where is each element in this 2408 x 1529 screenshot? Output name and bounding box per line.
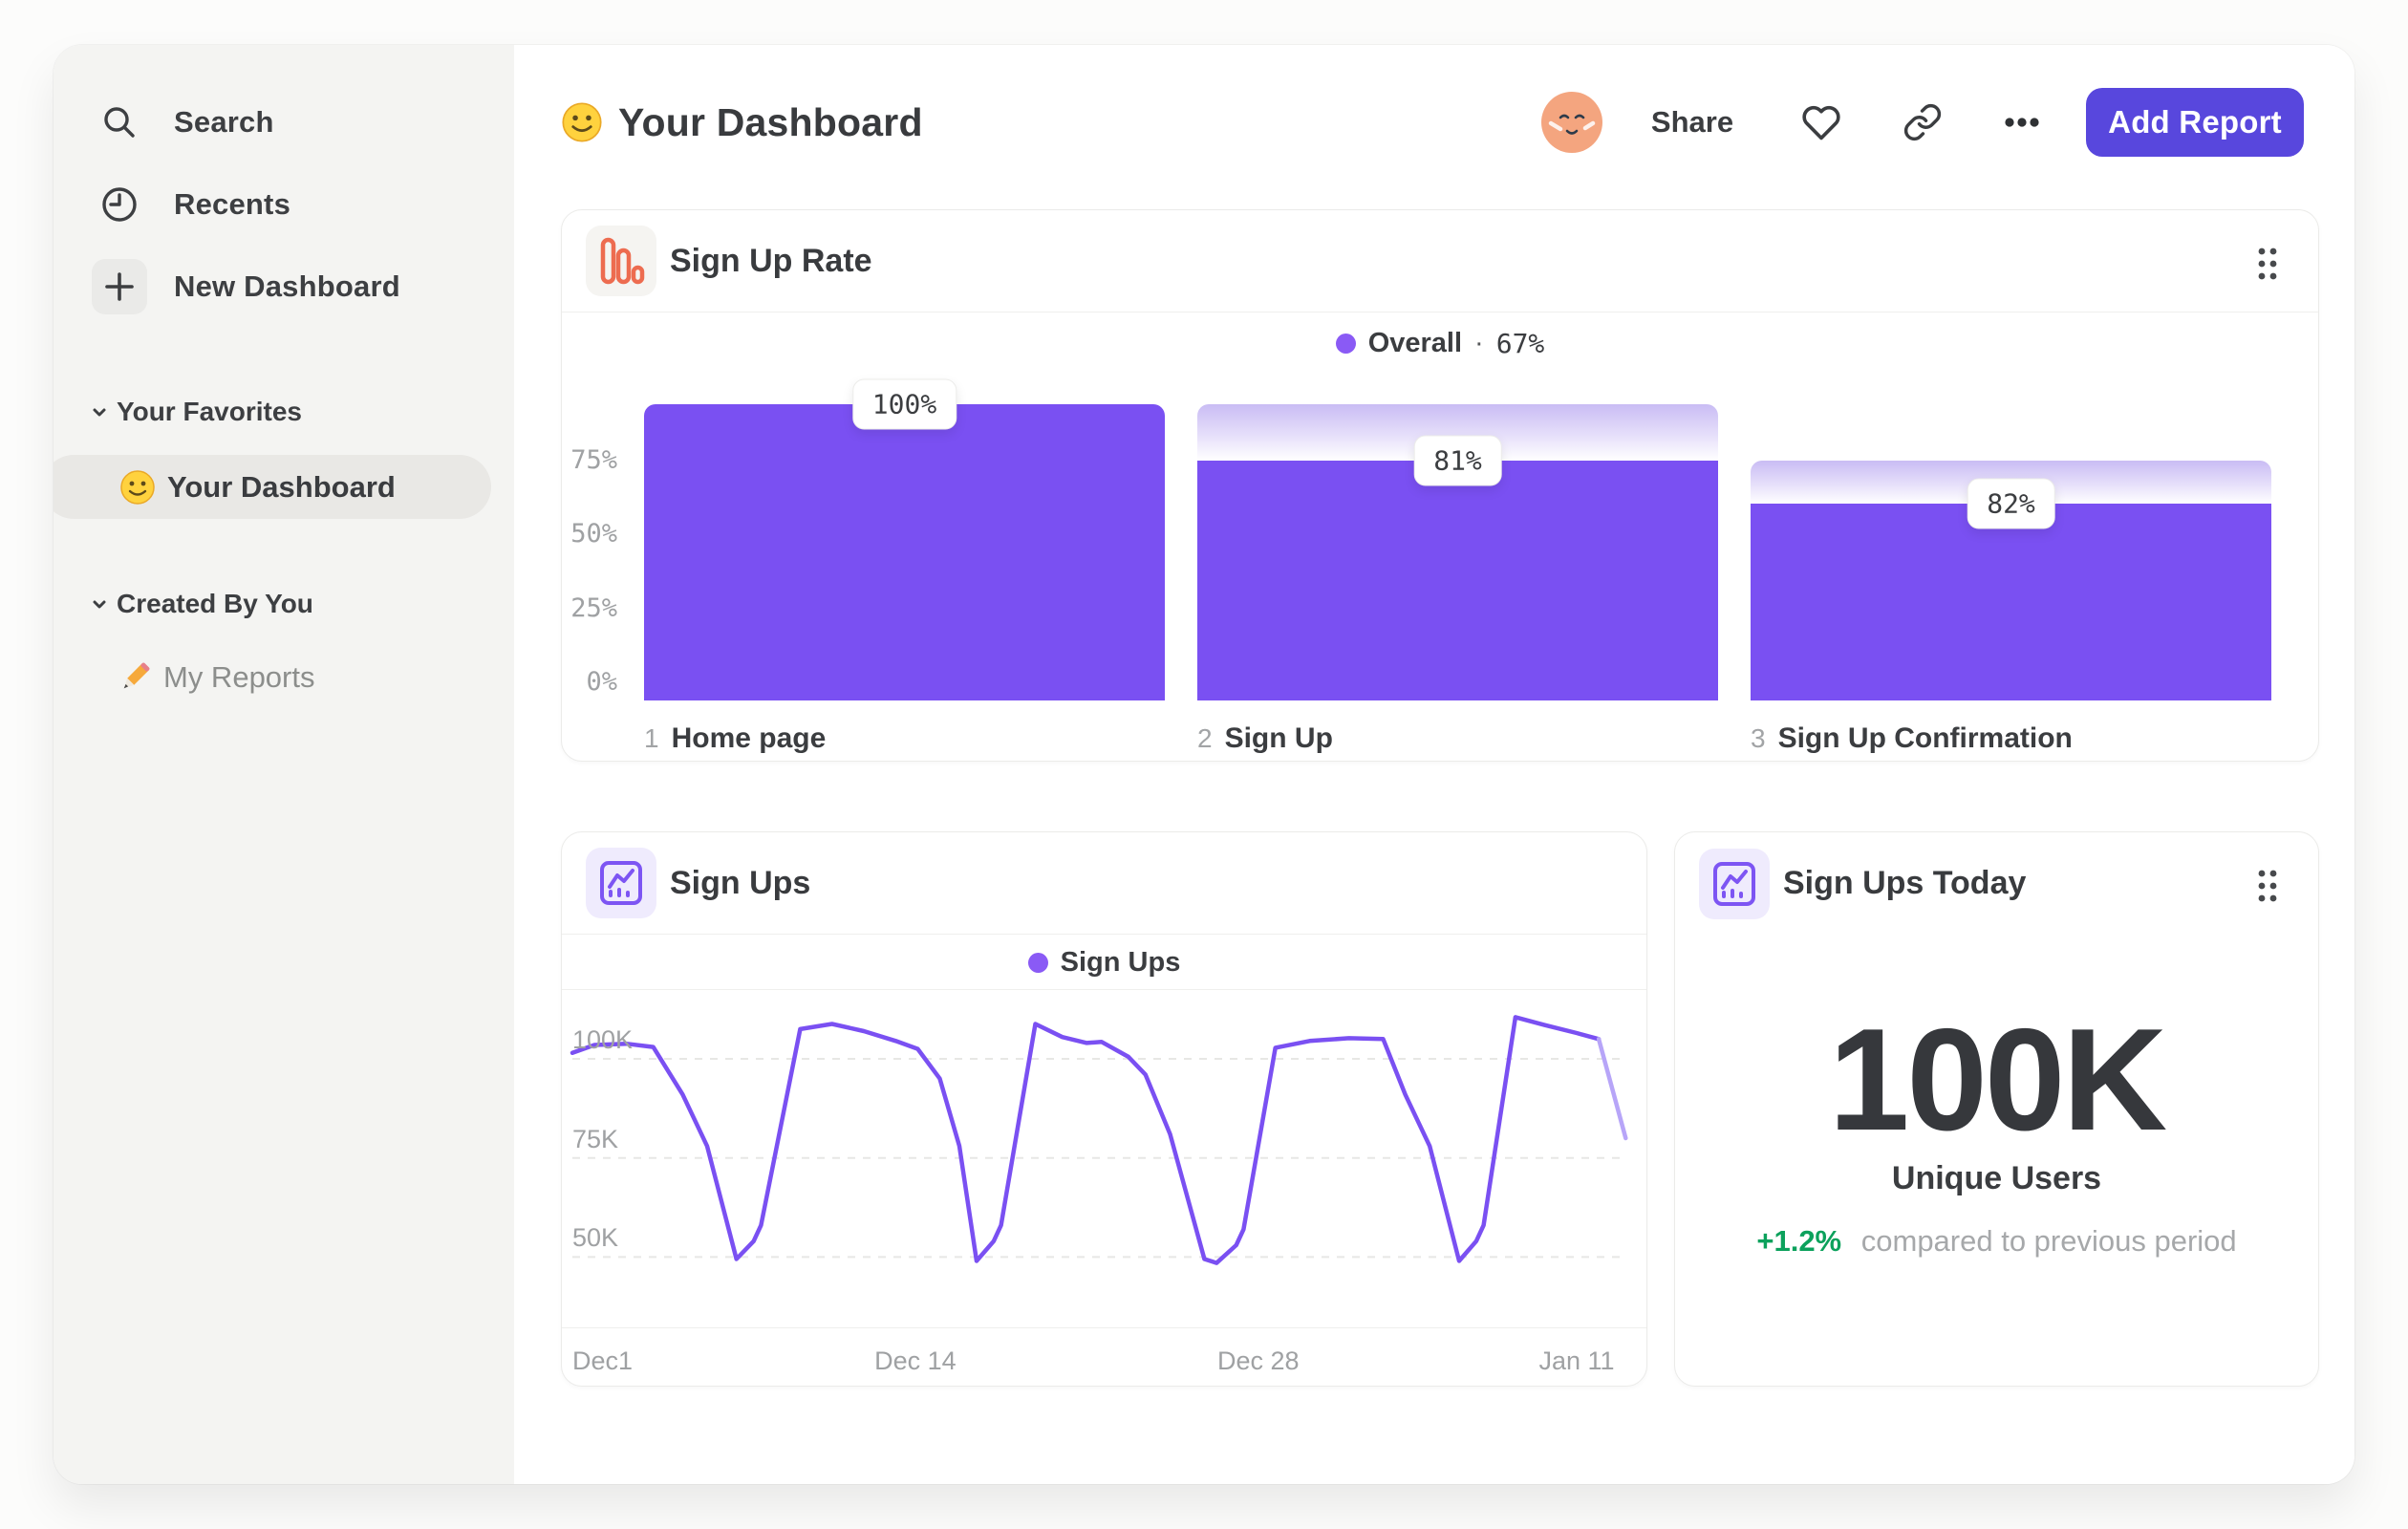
funnel-step-column[interactable]: 81% [1197, 404, 1718, 700]
funnel-rate-badge: 100% [851, 378, 957, 430]
search-icon [98, 101, 140, 143]
funnel-step-label: 2 Sign Up [1197, 722, 1333, 754]
chevron-down-icon [88, 400, 111, 423]
page-title: Your Dashboard [561, 88, 923, 157]
funnel-axis-label: 75% [570, 444, 617, 475]
signups-card: Sign Ups Sign Ups 100K 75K 50K Dec1 Dec 14 De… [561, 831, 1647, 1387]
avatar[interactable] [1541, 92, 1602, 153]
funnel-step-column[interactable]: 100% [644, 378, 1165, 700]
x-axis-label: Dec 28 [1216, 1346, 1300, 1375]
line-chart-plot[interactable]: 100K 75K 50K Dec1 Dec 14 Dec 28 Jan 11 [562, 832, 1646, 1386]
drag-handle-icon[interactable] [2255, 869, 2280, 903]
pencil-emoji-icon [117, 659, 153, 696]
funnel-axis-label: 50% [570, 519, 617, 549]
chevron-down-icon [88, 592, 111, 615]
funnel-axis-label: 0% [586, 667, 617, 697]
funnel-axis-label: 25% [570, 592, 617, 623]
more-options-icon[interactable] [2000, 100, 2044, 144]
funnel-step-label: 3 Sign Up Confirmation [1751, 722, 2073, 754]
sidebar-item-new-dashboard[interactable]: New Dashboard [54, 246, 514, 328]
section-label: Your Favorites [117, 397, 302, 426]
sidebar-item-label: Your Dashboard [167, 469, 396, 504]
sidebar-item-my-reports[interactable]: My Reports [54, 651, 514, 704]
card-header: Sign Ups Today [1675, 832, 2318, 935]
copy-link-icon[interactable] [1901, 100, 1945, 144]
sidebar-item-label: New Dashboard [174, 269, 400, 303]
funnel-bar [644, 404, 1165, 700]
metric-label: Unique Users [1891, 1160, 2102, 1196]
sidebar-section-your-favorites[interactable]: Your Favorites [54, 385, 514, 439]
y-axis-label: 100K [572, 1025, 634, 1054]
funnel-bar [1751, 504, 2271, 700]
funnel-step-label: 1 Home page [644, 722, 827, 754]
sidebar-item-label: Recents [174, 187, 291, 221]
add-report-button[interactable]: Add Report [2086, 88, 2304, 157]
card-title: Sign Up Rate [670, 242, 872, 279]
metric-value: 100K [1828, 999, 2167, 1161]
funnel-step-column[interactable]: 82% [1751, 404, 2271, 700]
sidebar-item-label: Search [174, 105, 274, 139]
card-header: Sign Up Rate [562, 210, 2318, 312]
page-title-text: Your Dashboard [618, 99, 923, 144]
delta-value: +1.2% [1756, 1224, 1842, 1258]
sidebar-item-search[interactable]: Search [54, 81, 514, 163]
funnel-rate-badge: 81% [1413, 435, 1502, 486]
funnel-bar [1197, 460, 1718, 700]
plus-icon [92, 259, 147, 314]
x-axis-label: Dec 14 [874, 1346, 957, 1375]
smiley-emoji-icon [561, 101, 603, 143]
x-axis-label: Jan 11 [1538, 1346, 1615, 1375]
card-title: Sign Ups Today [1783, 865, 2027, 901]
sidebar: Search Recents New Dashboard Your Favori… [54, 45, 514, 1484]
section-label: Created By You [117, 589, 313, 618]
delta-note: compared to previous period [1860, 1224, 2237, 1258]
funnel-rate-badge: 82% [1967, 478, 2055, 529]
app-window: Search Recents New Dashboard Your Favori… [54, 45, 2354, 1484]
clock-icon [98, 183, 140, 226]
main-content: Your Dashboard Share Add Report Sign Up … [514, 45, 2354, 1484]
legend-dot-icon [1335, 333, 1356, 354]
line-chart-icon [1699, 848, 1770, 919]
bar-chart-icon [586, 226, 656, 296]
metric-delta-row: +1.2% compared to previous period [1675, 1224, 2318, 1259]
favorite-heart-icon[interactable] [1799, 100, 1843, 144]
drag-handle-icon[interactable] [2255, 247, 2280, 281]
share-button[interactable]: Share [1651, 88, 1733, 157]
funnel-legend[interactable]: Overall · 67% [562, 312, 2318, 374]
signups-today-card: Sign Ups Today 100K Unique Users +1.2% c… [1674, 831, 2319, 1387]
sidebar-section-created-by-you[interactable]: Created By You [54, 577, 514, 631]
sidebar-item-label: My Reports [163, 660, 315, 694]
y-axis-label: 50K [572, 1223, 619, 1253]
sidebar-item-recents[interactable]: Recents [54, 163, 514, 246]
y-axis-label: 75K [572, 1124, 619, 1153]
sidebar-item-your-dashboard[interactable]: Your Dashboard [54, 455, 491, 519]
x-axis-label: Dec1 [572, 1346, 634, 1375]
signup-rate-card: Sign Up Rate Overall · 67% 75% 50% 25% 0% 1… [561, 209, 2319, 762]
smiley-emoji-icon [119, 469, 156, 506]
